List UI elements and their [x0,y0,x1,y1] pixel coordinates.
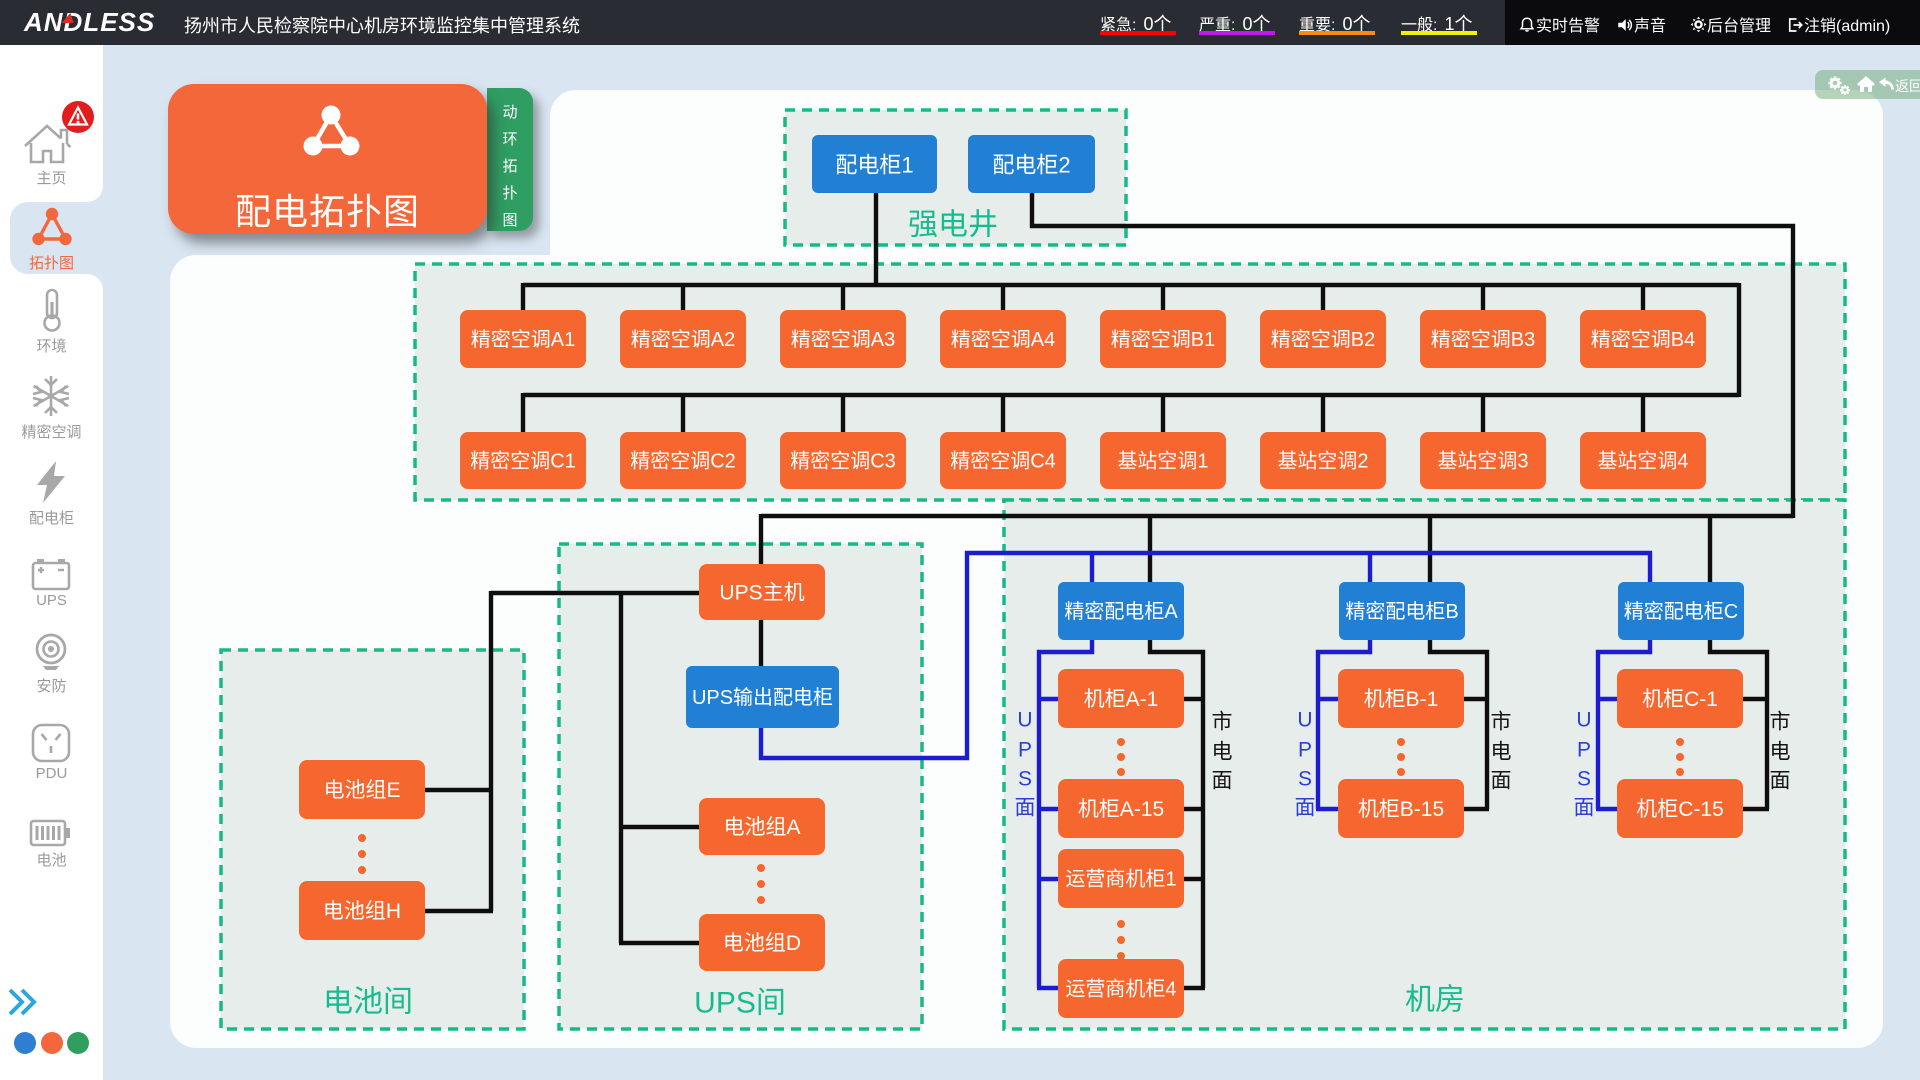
svg-text:精密空调A2: 精密空调A2 [631,328,735,351]
svg-text:运营商机柜1: 运营商机柜1 [1065,868,1176,891]
svg-text:面: 面 [1770,770,1791,793]
svg-text:P: P [1577,739,1591,762]
svg-text:电: 电 [1491,741,1512,764]
svg-text:P: P [1018,739,1032,762]
svg-text:基站空调1: 基站空调1 [1117,450,1208,473]
svg-text:电: 电 [1212,741,1233,764]
svg-text:市: 市 [1212,711,1233,734]
svg-text:精密空调A4: 精密空调A4 [951,328,1055,351]
svg-text:面: 面 [1574,797,1595,820]
svg-text:P: P [1298,739,1312,762]
svg-text:机柜C-1: 机柜C-1 [1642,688,1718,711]
svg-text:基站空调2: 基站空调2 [1277,450,1368,473]
svg-text:机柜A-15: 机柜A-15 [1078,798,1164,821]
svg-text:机柜B-1: 机柜B-1 [1364,688,1439,711]
svg-text:精密空调B4: 精密空调B4 [1591,328,1695,351]
svg-text:机柜C-15: 机柜C-15 [1636,798,1724,821]
svg-text:精密空调C1: 精密空调C1 [470,450,576,473]
svg-text:精密空调C2: 精密空调C2 [630,450,736,473]
svg-text:电池组D: 电池组D [723,932,801,955]
svg-text:电池组H: 电池组H [323,900,401,923]
svg-text:精密空调A3: 精密空调A3 [791,328,895,351]
svg-text:U: U [1576,709,1591,732]
svg-text:UPS输出配电柜: UPS输出配电柜 [692,686,833,709]
svg-text:强电井: 强电井 [908,209,998,242]
svg-text:U: U [1017,709,1032,732]
svg-text:UPS间: UPS间 [694,987,786,1020]
svg-text:市: 市 [1491,711,1512,734]
svg-text:面: 面 [1295,797,1316,820]
svg-text:UPS主机: UPS主机 [719,582,804,605]
svg-text:面: 面 [1212,770,1233,793]
svg-text:配电柜2: 配电柜2 [992,153,1070,178]
svg-text:精密空调B3: 精密空调B3 [1431,328,1535,351]
svg-text:精密配电柜C: 精密配电柜C [1624,600,1738,623]
svg-text:S: S [1298,768,1312,791]
svg-text:电: 电 [1770,741,1791,764]
svg-text:精密空调C4: 精密空调C4 [950,450,1056,473]
svg-text:S: S [1577,768,1591,791]
svg-text:机柜B-15: 机柜B-15 [1358,798,1444,821]
svg-text:机柜A-1: 机柜A-1 [1084,688,1159,711]
svg-text:精密配电柜B: 精密配电柜B [1345,600,1458,623]
svg-text:运营商机柜4: 运营商机柜4 [1065,978,1176,1001]
svg-text:电池间: 电池间 [323,986,413,1019]
svg-text:精密空调B2: 精密空调B2 [1271,328,1375,351]
svg-text:精密配电柜A: 精密配电柜A [1064,600,1178,623]
svg-text:机房: 机房 [1405,984,1465,1017]
svg-text:S: S [1018,768,1032,791]
svg-text:面: 面 [1491,770,1512,793]
svg-text:U: U [1297,709,1312,732]
svg-text:市: 市 [1770,711,1791,734]
svg-text:精密空调B1: 精密空调B1 [1111,328,1215,351]
svg-text:电池组A: 电池组A [723,816,800,839]
svg-text:基站空调4: 基站空调4 [1597,450,1688,473]
svg-text:面: 面 [1015,797,1036,820]
svg-text:配电柜1: 配电柜1 [835,153,913,178]
svg-text:基站空调3: 基站空调3 [1437,450,1528,473]
svg-text:精密空调A1: 精密空调A1 [471,328,575,351]
svg-text:精密空调C3: 精密空调C3 [790,450,896,473]
svg-text:电池组E: 电池组E [323,779,400,802]
